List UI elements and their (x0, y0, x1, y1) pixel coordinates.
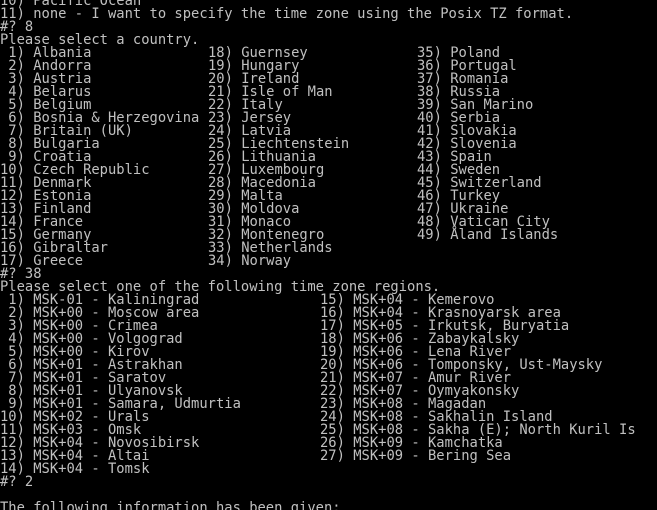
terminal-line: The following information has been given… (0, 500, 341, 510)
terminal-line: 11) none - I want to specify the time zo… (0, 6, 574, 22)
terminal-window[interactable]: 10) Pacific Ocean 11) none - I want to s… (0, 0, 657, 510)
country-option: 34) Norway (208, 253, 292, 269)
timezone-option: 27) MSK+09 - Bering Sea (320, 448, 512, 464)
terminal-prompt-line: #? 2 (0, 474, 34, 490)
country-option: 49) Åland Islands (417, 227, 559, 243)
